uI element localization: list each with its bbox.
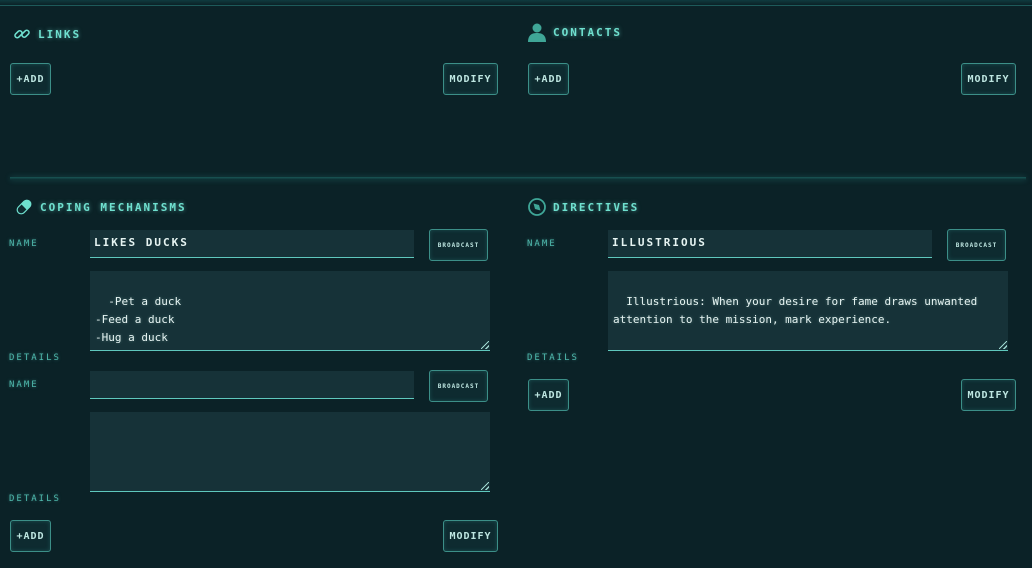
coping-add-button[interactable]: +ADD [10, 520, 51, 552]
compass-icon [527, 197, 547, 217]
directives-name-label: NAME [527, 239, 557, 249]
resize-handle-icon[interactable] [481, 341, 489, 349]
links-header: LINKS [12, 24, 81, 44]
coping-broadcast-button[interactable]: BROADCAST [429, 370, 488, 402]
section-divider [10, 177, 1026, 180]
coping-name-input[interactable] [90, 371, 414, 399]
coping-name-input[interactable]: LIKES DUCKS [90, 230, 414, 258]
directives-title: DIRECTIVES [553, 200, 640, 214]
person-icon [527, 22, 547, 42]
pill-icon [14, 197, 34, 217]
contacts-add-button[interactable]: +ADD [528, 63, 569, 95]
resize-handle-icon[interactable] [481, 482, 489, 490]
directives-name-input[interactable]: ILLUSTRIOUS [608, 230, 932, 258]
contacts-modify-button[interactable]: MODIFY [961, 63, 1016, 95]
coping-broadcast-button[interactable]: BROADCAST [429, 229, 488, 261]
coping-details-textarea[interactable] [90, 412, 490, 492]
directives-details-label: DETAILS [527, 353, 579, 363]
coping-modify-button[interactable]: MODIFY [443, 520, 498, 552]
contacts-title: CONTACTS [553, 25, 622, 39]
coping-name-label: NAME [9, 239, 39, 249]
directives-add-button[interactable]: +ADD [528, 379, 569, 411]
coping-details-label: DETAILS [9, 494, 61, 504]
links-add-button[interactable]: +ADD [10, 63, 51, 95]
coping-name-label: NAME [9, 380, 39, 390]
contacts-header: CONTACTS [527, 22, 622, 42]
links-title: LINKS [38, 27, 82, 41]
top-border [0, 0, 1032, 6]
link-icon [12, 24, 32, 44]
directives-details-textarea[interactable]: Illustrious: When your desire for fame d… [608, 271, 1008, 351]
resize-handle-icon[interactable] [999, 341, 1007, 349]
directives-details-text: Illustrious: When your desire for fame d… [613, 295, 984, 326]
links-modify-button[interactable]: MODIFY [443, 63, 498, 95]
directives-header: DIRECTIVES [527, 197, 639, 217]
coping-details-label: DETAILS [9, 353, 61, 363]
coping-details-textarea[interactable]: -Pet a duck -Feed a duck -Hug a duck [90, 271, 490, 351]
coping-header: COPING MECHANISMS [14, 197, 187, 217]
coping-details-text: -Pet a duck -Feed a duck -Hug a duck [95, 295, 182, 344]
directives-broadcast-button[interactable]: BROADCAST [947, 229, 1006, 261]
coping-title: COPING MECHANISMS [40, 200, 187, 214]
directives-modify-button[interactable]: MODIFY [961, 379, 1016, 411]
